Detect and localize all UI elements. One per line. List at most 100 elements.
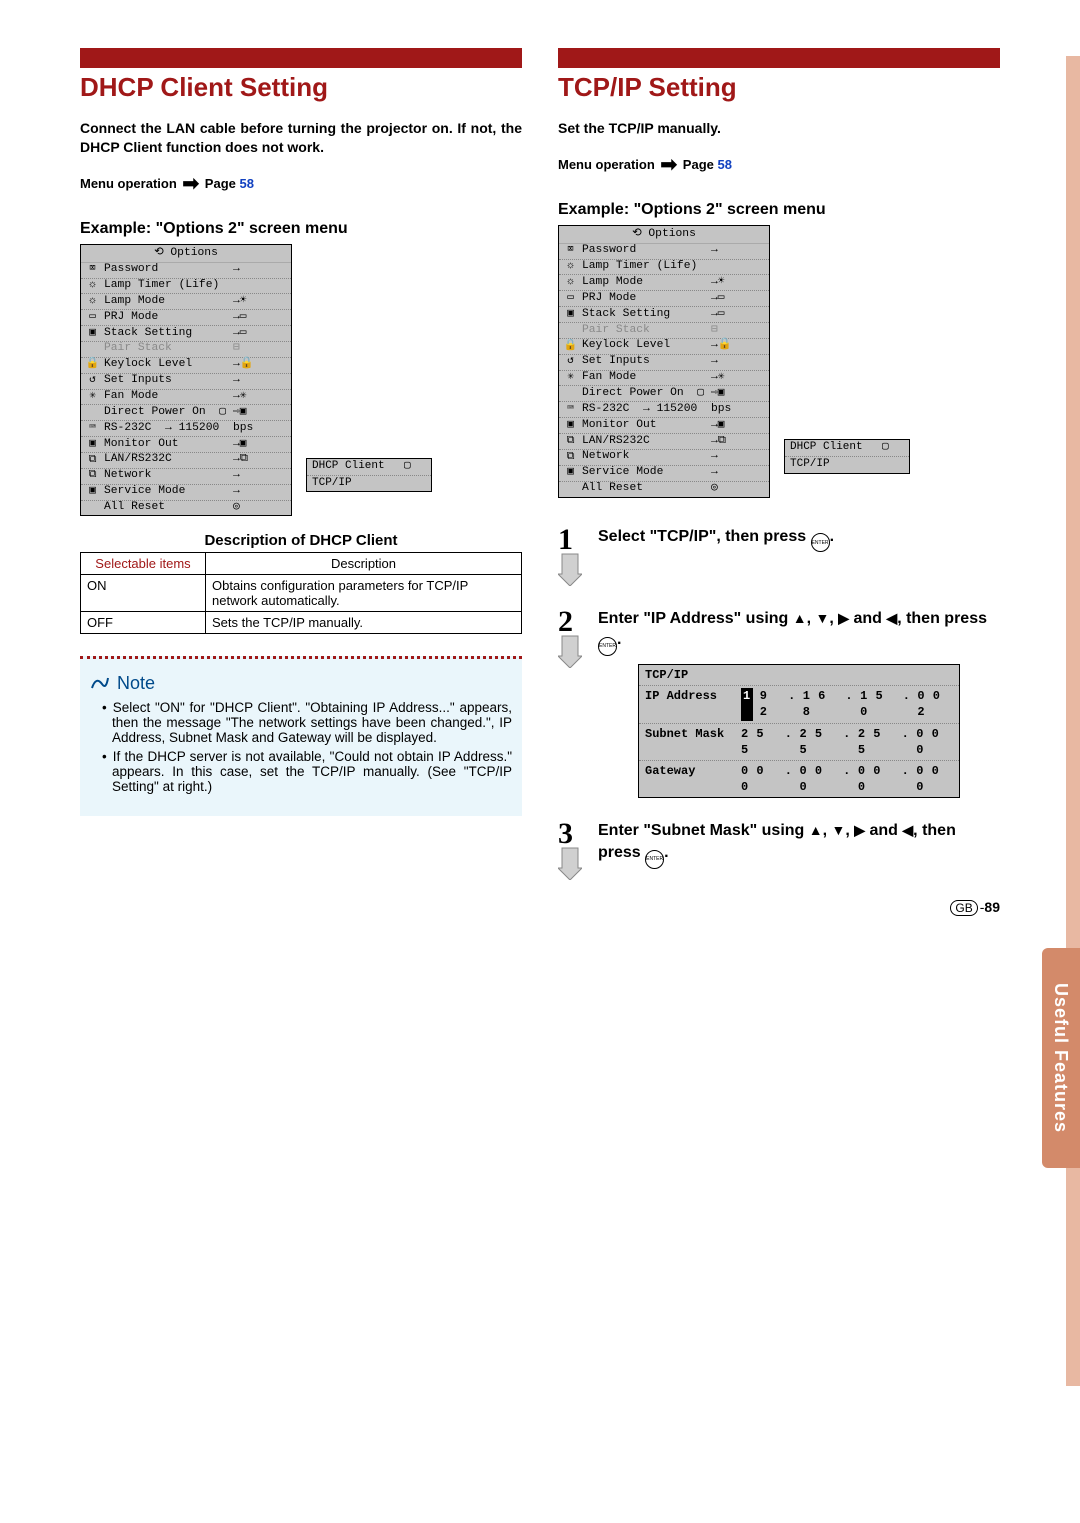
example-heading-right: Example: "Options 2" screen menu <box>558 201 1000 219</box>
menu-row-value: ⇨▣ <box>233 407 287 419</box>
page-link-58[interactable]: 58 <box>239 176 253 191</box>
menu-row-value: →▭ <box>233 328 287 340</box>
menu-row-label: Network <box>104 470 229 482</box>
menu-row-value: → <box>711 451 765 463</box>
menu-row-label: Lamp Mode <box>104 296 229 308</box>
menu-row: All Reset◎ <box>81 500 291 516</box>
menu-row-label: Direct Power On ▢ <box>104 407 229 419</box>
step-arrow-icon <box>558 846 582 880</box>
page-link-58[interactable]: 58 <box>717 157 731 172</box>
table-header-description: Description <box>206 553 522 575</box>
menu-row-icon: ☼ <box>563 277 578 289</box>
tcpip-value-segment: 0 0 0 <box>741 763 778 795</box>
menu-row: Direct Power On ▢ ⇨▣ <box>81 404 291 420</box>
menu-row: ▣ Service Mode → <box>559 465 769 481</box>
menu-row-icon: ⌨ <box>85 423 100 435</box>
menu-row-label: Password <box>582 245 707 257</box>
triangle-right-icon: ▶ <box>838 610 849 626</box>
tcpip-value-segment: . <box>843 763 851 795</box>
enter-button-icon: ENTER <box>598 637 617 656</box>
menu-row-value: ⊟ <box>233 343 287 355</box>
menu-row-icon: 🔒 <box>563 341 578 353</box>
menu-row: ✳Fan Mode→✳ <box>81 389 291 405</box>
tcpip-value-segment: . <box>785 763 793 795</box>
menu-row: ☼Lamp Timer (Life) <box>81 278 291 294</box>
tcpip-value-segment: . <box>845 688 853 720</box>
menu-row-value: →▭ <box>711 309 765 321</box>
menu-row-label: Password <box>104 264 229 276</box>
menu-row: ☼Lamp Timer (Life) <box>559 259 769 275</box>
triangle-right-icon: ▶ <box>854 822 865 838</box>
menu-row-label: Stack Setting <box>582 309 707 321</box>
tcpip-value-segment: 1 6 8 <box>803 688 839 720</box>
tcpip-value-segment: 0 0 0 <box>858 763 895 795</box>
menu-row: 🔒Keylock Level→🔒 <box>559 338 769 354</box>
menu-row-label: Lamp Mode <box>582 277 707 289</box>
menu-row: 🔒Keylock Level→🔒 <box>81 357 291 373</box>
menu-row-value: →▣ <box>711 420 765 432</box>
menu-row: ⧉Network→ <box>81 468 291 484</box>
step-number-3: 3 <box>558 822 588 846</box>
menu-row-value: →▭ <box>711 293 765 305</box>
menu-row-label: Monitor Out <box>104 439 229 451</box>
tcpip-value-segment: 0 0 0 <box>799 763 836 795</box>
menu-row-value: →⧉ <box>711 436 765 448</box>
menu-row-icon: ☼ <box>563 261 578 273</box>
menu-row: ▣ Monitor Out →▣ <box>559 417 769 433</box>
menu-row-label: Service Mode <box>582 467 707 479</box>
triangle-up-icon: ▲ <box>793 610 807 626</box>
menu-row-icon: ▣ <box>563 420 578 432</box>
menu-row: ⌧Password→ <box>81 262 291 278</box>
menu-row-label: RS-232C → 115200 <box>582 404 707 416</box>
triangle-up-icon: ▲ <box>809 822 823 838</box>
enter-button-icon: ENTER <box>811 533 830 552</box>
menu-row-value: →✳ <box>233 391 287 403</box>
menu-row-value: → <box>233 375 287 387</box>
menu-row-value: →▭ <box>233 312 287 324</box>
menu-row: ⧉LAN/RS232C→⧉ <box>81 452 291 468</box>
menu-row-label: Fan Mode <box>582 372 707 384</box>
tcpip-value-segment: 0 0 0 <box>916 763 953 795</box>
dhcp-description-table: Selectable items Description ON Obtains … <box>80 552 522 634</box>
menu-row-label: All Reset <box>104 502 229 514</box>
menu-row-label: PRJ Mode <box>104 312 229 324</box>
section-title-tcpip: TCP/IP Setting <box>558 72 1000 103</box>
menu-row-label: Lamp Timer (Life) <box>104 280 229 292</box>
triangle-down-icon: ▼ <box>816 610 830 626</box>
menu-row: Direct Power On ▢⇨▣ <box>559 385 769 401</box>
menu-row-icon: ▣ <box>563 467 578 479</box>
menu-row: ▭PRJ Mode→▭ <box>81 309 291 325</box>
table-cell-on: ON <box>81 575 206 612</box>
menu-row: ⧉Network→ <box>559 449 769 465</box>
tcpip-value-segment: 2 5 5 <box>799 726 836 758</box>
tcpip-value-segment: . <box>788 688 796 720</box>
menu-row-value: bps <box>711 404 765 416</box>
menu-row: Pair Stack⊟ <box>81 341 291 357</box>
menu-row-label: RS-232C → 115200 <box>104 423 229 435</box>
menu-row-label: Keylock Level <box>582 340 707 352</box>
table-header-selectable: Selectable items <box>81 553 206 575</box>
network-submenu: DHCP Client▢TCP/IP <box>306 458 432 492</box>
section-title-dhcp: DHCP Client Setting <box>80 72 522 103</box>
menu-row-label: Monitor Out <box>582 420 707 432</box>
menu-row-icon: ▣ <box>85 328 100 340</box>
menu-row-value: → <box>233 486 287 498</box>
menu-row-label: Network <box>582 451 707 463</box>
gb-badge: GB <box>950 900 977 916</box>
menu-row-label: Stack Setting <box>104 328 229 340</box>
menu-row-value: →🔒 <box>233 359 287 371</box>
dhcp-description-heading: Description of DHCP Client <box>80 532 522 549</box>
menu-row-label: Keylock Level <box>104 359 229 371</box>
menu-row-icon: ▣ <box>85 439 100 451</box>
menu-row-label: All Reset <box>582 483 707 495</box>
menu-row-value: ⊟ <box>711 325 765 337</box>
menu-row: ↺Set Inputs→ <box>559 354 769 370</box>
note-title: Note <box>90 673 512 694</box>
section-bar <box>558 48 1000 68</box>
tcpip-value-segment: . <box>785 726 793 758</box>
network-submenu: DHCP Client▢TCP/IP <box>784 439 910 473</box>
tcpip-value-segment: 2 5 5 <box>741 726 778 758</box>
menu-row-icon: ▣ <box>85 486 100 498</box>
note-item: If the DHCP server is not available, "Co… <box>102 749 512 794</box>
menu-row-value: → <box>711 467 765 479</box>
